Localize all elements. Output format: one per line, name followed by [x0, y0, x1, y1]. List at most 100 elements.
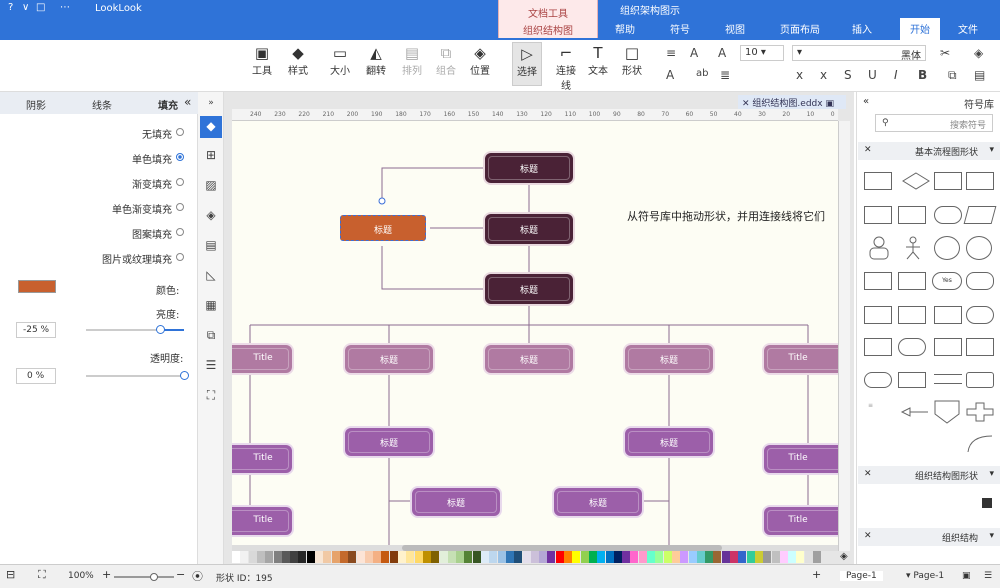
page-select[interactable]: ▾ Page-1	[906, 571, 944, 581]
shape-delay[interactable]	[898, 372, 926, 388]
shape-process[interactable]	[934, 172, 962, 190]
color-palette[interactable]	[232, 551, 838, 563]
font-size-select[interactable]: 10 ▾	[740, 45, 784, 61]
palette-swatch[interactable]	[779, 551, 788, 563]
palette-swatch[interactable]	[240, 551, 249, 563]
palette-swatch[interactable]	[339, 551, 348, 563]
tab-file[interactable]: 文件	[958, 21, 978, 36]
radio-picture-fill[interactable]	[176, 253, 184, 261]
document-tab[interactable]: ✕ 组织结构图.eddx ▣	[738, 95, 846, 109]
palette-swatch[interactable]	[323, 551, 332, 563]
palette-swatch[interactable]	[655, 551, 664, 563]
expand-box-icon[interactable]: ⧉	[203, 328, 219, 344]
close-icon[interactable]: ✕	[864, 145, 872, 155]
org-node-top[interactable]: 标题	[485, 153, 573, 183]
shape-internal-storage[interactable]	[898, 206, 926, 224]
tab-line[interactable]: 线条	[92, 97, 112, 112]
palette-swatch[interactable]	[605, 551, 614, 563]
table-icon[interactable]: ▦	[203, 298, 219, 314]
position-button[interactable]: ◈ 位置	[468, 44, 492, 77]
section-basic-flowchart[interactable]: ✕ 基本流程图形状 ▾	[858, 142, 1000, 160]
palette-swatch[interactable]	[256, 551, 265, 563]
expand-icon[interactable]: »	[203, 98, 219, 114]
palette-swatch[interactable]	[431, 551, 440, 563]
palette-swatch[interactable]	[414, 551, 423, 563]
shape-off-page[interactable]	[864, 306, 892, 324]
underline-icon[interactable]: U	[868, 68, 877, 82]
palette-swatch[interactable]	[281, 551, 290, 563]
palette-swatch[interactable]	[796, 551, 805, 563]
org-shape-thumb[interactable]	[982, 498, 992, 508]
bullets-icon[interactable]: ≣	[720, 68, 730, 82]
shape-rectangle[interactable]	[966, 172, 994, 190]
org-node-r3c5[interactable]: Title	[764, 507, 838, 535]
shape-arrow[interactable]	[900, 406, 930, 418]
palette-swatch[interactable]	[705, 551, 714, 563]
palette-swatch[interactable]	[804, 551, 813, 563]
tab-shadow[interactable]: 阴影	[26, 97, 46, 112]
palette-swatch[interactable]	[555, 551, 564, 563]
palette-swatch[interactable]	[746, 551, 755, 563]
section-org-structure[interactable]: ✕ 组织结构 ▾	[858, 528, 1000, 546]
document-icon[interactable]: ▤	[203, 238, 219, 254]
arrange-button[interactable]: ▤ 排列	[400, 44, 424, 77]
paint-icon[interactable]: ◈	[974, 46, 983, 60]
org-node-selected[interactable]: 标题	[340, 215, 426, 241]
shape-tape[interactable]	[934, 306, 962, 324]
org-node-r3c4[interactable]: 标题	[554, 488, 642, 516]
quick-access-icon[interactable]: ⋯	[60, 2, 70, 13]
chart-icon[interactable]: ◺	[203, 268, 219, 284]
palette-swatch[interactable]	[439, 551, 448, 563]
palette-swatch[interactable]	[273, 551, 282, 563]
palette-swatch[interactable]	[630, 551, 639, 563]
palette-swatch[interactable]	[232, 551, 240, 563]
palette-swatch[interactable]	[771, 551, 780, 563]
palette-swatch[interactable]	[680, 551, 689, 563]
italic-icon[interactable]: I	[894, 68, 898, 82]
palette-swatch[interactable]	[331, 551, 340, 563]
zoom-level[interactable]: 100%	[68, 571, 94, 581]
palette-swatch[interactable]	[788, 551, 797, 563]
tab-home[interactable]: 开始	[900, 18, 940, 40]
palette-swatch[interactable]	[381, 551, 390, 563]
shape-manual-input[interactable]	[898, 306, 926, 324]
shrink-font-icon[interactable]: A	[718, 46, 726, 60]
shape-manual-file[interactable]	[898, 272, 926, 290]
palette-swatch[interactable]	[730, 551, 738, 563]
org-node-mid2[interactable]: 标题	[485, 274, 573, 304]
palette-swatch[interactable]	[356, 551, 365, 563]
palette-swatch[interactable]	[688, 551, 697, 563]
palette-swatch[interactable]	[447, 551, 456, 563]
radio-gradient-fill[interactable]	[176, 178, 184, 186]
fullscreen-icon[interactable]: ⛶	[38, 568, 46, 582]
shape-yes-no[interactable]: Yes	[932, 272, 962, 290]
close-icon[interactable]: ✕	[742, 99, 750, 109]
close-icon[interactable]: ✕	[864, 531, 872, 541]
zoom-slider[interactable]	[114, 573, 174, 581]
shape-predefined[interactable]	[864, 206, 892, 224]
org-node-r2c4[interactable]: 标题	[625, 428, 713, 456]
radio-mono-gradient-fill[interactable]	[176, 203, 184, 211]
org-node-r2c2[interactable]: 标题	[345, 428, 433, 456]
section-org-chart-shapes[interactable]: ✕ 组织结构图形状 ▾	[858, 466, 1000, 484]
palette-swatch[interactable]	[514, 551, 523, 563]
restore-icon[interactable]: □	[36, 2, 45, 13]
zoom-out-icon[interactable]: −	[176, 568, 185, 581]
org-node-r1c2[interactable]: 标题	[345, 345, 433, 373]
brightness-input[interactable]: -25 %	[16, 322, 56, 338]
palette-swatch[interactable]	[522, 551, 531, 563]
palette-swatch[interactable]	[647, 551, 655, 563]
shape-arc[interactable]	[966, 434, 994, 454]
subscript-icon[interactable]: x	[820, 68, 827, 82]
flip-button[interactable]: ◭ 翻转	[364, 44, 388, 77]
palette-swatch[interactable]	[472, 551, 481, 563]
tab-symbol[interactable]: 符号	[670, 21, 690, 36]
fit-icon[interactable]: ⛶	[203, 388, 219, 404]
shape-display[interactable]	[898, 338, 926, 356]
palette-swatch[interactable]	[373, 551, 382, 563]
transparency-input[interactable]: 0 %	[16, 368, 56, 384]
shape-pentagon[interactable]	[934, 400, 960, 424]
grow-font-icon[interactable]: A	[690, 46, 698, 60]
bold-icon[interactable]: B	[918, 68, 927, 82]
radio-solid-fill[interactable]	[176, 153, 184, 161]
